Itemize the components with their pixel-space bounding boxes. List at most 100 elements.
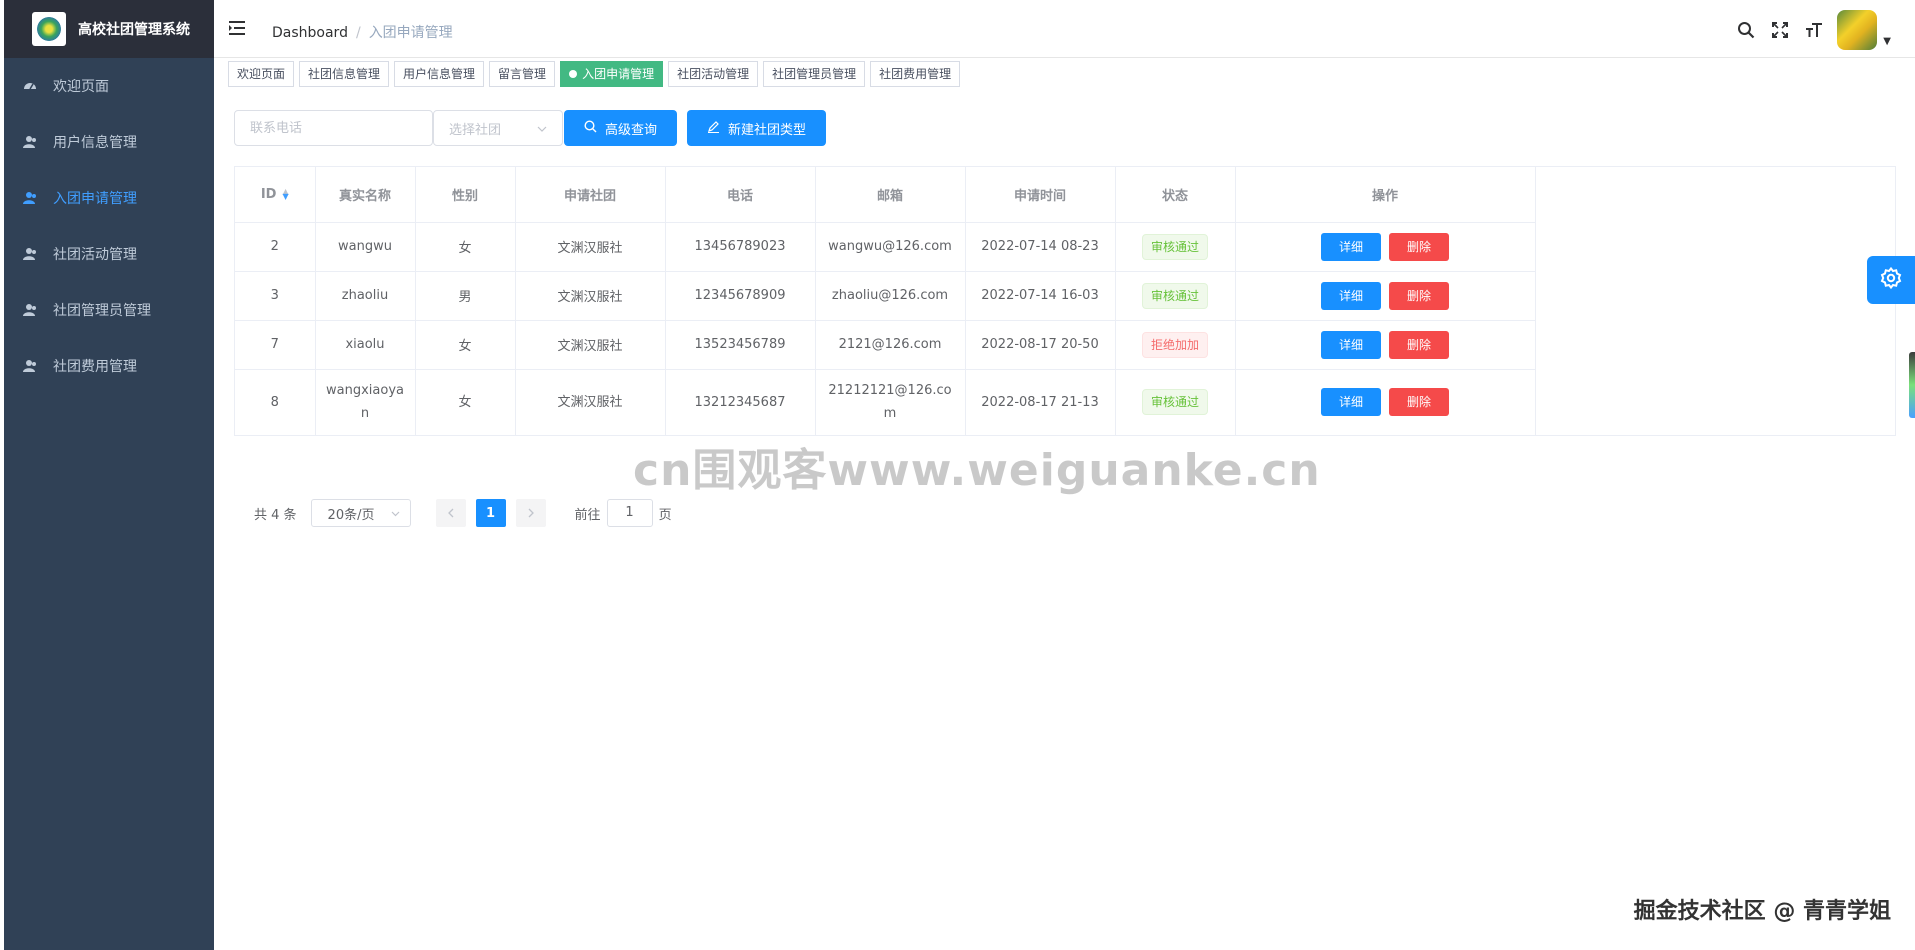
cell-club: 文渊汉服社 bbox=[515, 222, 666, 272]
sidebar-menu: 欢迎页面 用户信息管理 入团申请管理 社团活动管理 社团管理员管理 社团费用管理 bbox=[4, 58, 214, 394]
font-size-icon[interactable] bbox=[1797, 10, 1831, 50]
watermark: cn围观客www.weiguanke.cn bbox=[633, 445, 1321, 496]
delete-button[interactable]: 删除 bbox=[1389, 330, 1449, 359]
settings-button[interactable] bbox=[1867, 256, 1915, 304]
tag-welcome[interactable]: 欢迎页面 bbox=[228, 61, 295, 87]
status-badge: 审核通过 bbox=[1141, 282, 1208, 309]
cell-time: 2022-08-17 21-13 bbox=[965, 369, 1116, 436]
sidebar-item-fees[interactable]: 社团费用管理 bbox=[4, 338, 214, 394]
status-badge: 审核通过 bbox=[1141, 389, 1208, 415]
cell-time: 2022-07-14 16-03 bbox=[965, 271, 1116, 321]
table: ID ▲ ▼ 真实名称 性别 申请社团 电话 邮箱 申请时间 状态 操作 2 wan… bbox=[235, 167, 1536, 436]
phone-search-input[interactable] bbox=[234, 110, 433, 146]
sidebar-item-applications[interactable]: 入团申请管理 bbox=[4, 170, 214, 226]
tag-fees[interactable]: 社团费用管理 bbox=[870, 61, 961, 87]
sidebar-item-label: 社团活动管理 bbox=[53, 247, 137, 263]
column-header-id[interactable]: ID ▲ ▼ bbox=[235, 167, 316, 223]
page-number-current[interactable]: 1 bbox=[475, 499, 506, 527]
delete-button[interactable]: 删除 bbox=[1389, 388, 1449, 416]
active-dot-icon bbox=[569, 70, 578, 78]
pagination-total: 共 4 条 bbox=[254, 507, 297, 523]
cell-email: 21212121@126.com bbox=[815, 369, 966, 436]
cell-id: 2 bbox=[235, 222, 316, 272]
tag-applications[interactable]: 入团申请管理 bbox=[560, 61, 664, 87]
sidebar-item-admins[interactable]: 社团管理员管理 bbox=[4, 282, 214, 338]
sidebar-item-label: 欢迎页面 bbox=[53, 79, 109, 95]
cell-name: xiaolu bbox=[315, 320, 416, 370]
filter-bar: 选择社团 高级查询 新建社团类型 bbox=[234, 110, 827, 146]
brand[interactable]: 高校社团管理系统 bbox=[4, 0, 214, 58]
tag-messages[interactable]: 留言管理 bbox=[489, 61, 556, 87]
sort-icon[interactable]: ▲ ▼ bbox=[282, 188, 288, 201]
cell-phone: 12345678909 bbox=[665, 271, 816, 321]
cell-name: zhaoliu bbox=[315, 271, 416, 321]
chevron-down-icon bbox=[391, 506, 400, 521]
chevron-down-icon bbox=[537, 121, 547, 136]
advanced-search-button[interactable]: 高级查询 bbox=[564, 110, 678, 146]
pagination: 共 4 条 20条/页 1 前往 1 页 bbox=[254, 499, 672, 527]
sidebar-item-label: 入团申请管理 bbox=[53, 191, 137, 207]
cell-id: 3 bbox=[235, 271, 316, 321]
page-size-value: 20条/页 bbox=[327, 507, 375, 523]
detail-button[interactable]: 详细 bbox=[1321, 281, 1381, 310]
gear-icon bbox=[1879, 266, 1903, 294]
cell-id: 8 bbox=[235, 369, 316, 436]
advanced-search-label: 高级查询 bbox=[605, 121, 658, 137]
column-header-time: 申请时间 bbox=[965, 167, 1116, 223]
cell-actions: 详细 删除 bbox=[1235, 222, 1536, 272]
caret-down-icon[interactable]: ▼ bbox=[1883, 36, 1891, 47]
dashboard-icon bbox=[23, 79, 37, 93]
tag-admins[interactable]: 社团管理员管理 bbox=[763, 61, 866, 87]
status-badge: 审核通过 bbox=[1141, 233, 1208, 260]
user-icon bbox=[23, 359, 37, 373]
detail-button[interactable]: 详细 bbox=[1321, 232, 1381, 261]
prev-page-button[interactable] bbox=[435, 499, 466, 527]
sidebar-item-welcome[interactable]: 欢迎页面 bbox=[4, 58, 214, 114]
goto-suffix: 页 bbox=[658, 507, 672, 523]
tag-activities[interactable]: 社团活动管理 bbox=[668, 61, 759, 87]
tags-view: 欢迎页面 社团信息管理 用户信息管理 留言管理 入团申请管理 社团活动管理 社团… bbox=[228, 61, 965, 87]
tag-club-info[interactable]: 社团信息管理 bbox=[299, 61, 390, 87]
column-header-actions: 操作 bbox=[1235, 167, 1536, 223]
detail-button[interactable]: 详细 bbox=[1321, 388, 1381, 416]
hamburger-icon[interactable] bbox=[229, 20, 247, 41]
sidebar-item-users[interactable]: 用户信息管理 bbox=[4, 114, 214, 170]
cell-gender: 女 bbox=[415, 369, 516, 436]
cell-name: wangxiaoyan bbox=[315, 369, 416, 436]
detail-button[interactable]: 详细 bbox=[1321, 330, 1381, 359]
page-size-select[interactable]: 20条/页 bbox=[310, 499, 411, 527]
delete-button[interactable]: 删除 bbox=[1389, 281, 1449, 310]
avatar[interactable] bbox=[1837, 10, 1878, 50]
cell-id: 7 bbox=[235, 320, 316, 370]
cell-status: 审核通过 bbox=[1115, 222, 1236, 272]
sidebar-item-label: 用户信息管理 bbox=[53, 135, 137, 151]
goto-prefix: 前往 bbox=[574, 507, 601, 523]
club-select[interactable]: 选择社团 bbox=[433, 110, 563, 146]
sidebar-item-activities[interactable]: 社团活动管理 bbox=[4, 226, 214, 282]
new-club-type-button[interactable]: 新建社团类型 bbox=[687, 110, 827, 146]
sidebar: 高校社团管理系统 欢迎页面 用户信息管理 入团申请管理 社团活动管理 社团管理员… bbox=[4, 0, 214, 950]
table-row: 3 zhaoliu 男 文渊汉服社 12345678909 zhaoliu@12… bbox=[235, 271, 1536, 321]
user-icon bbox=[23, 303, 37, 317]
edge-widget[interactable] bbox=[1909, 352, 1915, 418]
club-select-placeholder: 选择社团 bbox=[449, 122, 502, 138]
cell-gender: 女 bbox=[415, 320, 516, 370]
cell-email: 2121@126.com bbox=[815, 320, 966, 370]
delete-button[interactable]: 删除 bbox=[1389, 232, 1449, 261]
cell-phone: 13212345687 bbox=[665, 369, 816, 436]
applications-table: ID ▲ ▼ 真实名称 性别 申请社团 电话 邮箱 申请时间 状态 操作 2 wan… bbox=[234, 166, 1896, 436]
cell-club: 文渊汉服社 bbox=[515, 271, 666, 321]
cell-phone: 13456789023 bbox=[665, 222, 816, 272]
breadcrumb-dashboard[interactable]: Dashboard bbox=[272, 25, 348, 41]
fullscreen-icon[interactable] bbox=[1763, 10, 1797, 50]
cell-time: 2022-08-17 20-50 bbox=[965, 320, 1116, 370]
search-icon bbox=[584, 120, 597, 136]
search-icon[interactable] bbox=[1729, 10, 1763, 50]
cell-gender: 女 bbox=[415, 222, 516, 272]
table-row: 8 wangxiaoyan 女 文渊汉服社 13212345687 212121… bbox=[235, 369, 1536, 436]
next-page-button[interactable] bbox=[515, 499, 546, 527]
tag-user-info[interactable]: 用户信息管理 bbox=[394, 61, 485, 87]
app-logo bbox=[32, 12, 66, 46]
sidebar-item-label: 社团费用管理 bbox=[53, 359, 137, 375]
goto-page-input[interactable]: 1 bbox=[606, 499, 653, 527]
